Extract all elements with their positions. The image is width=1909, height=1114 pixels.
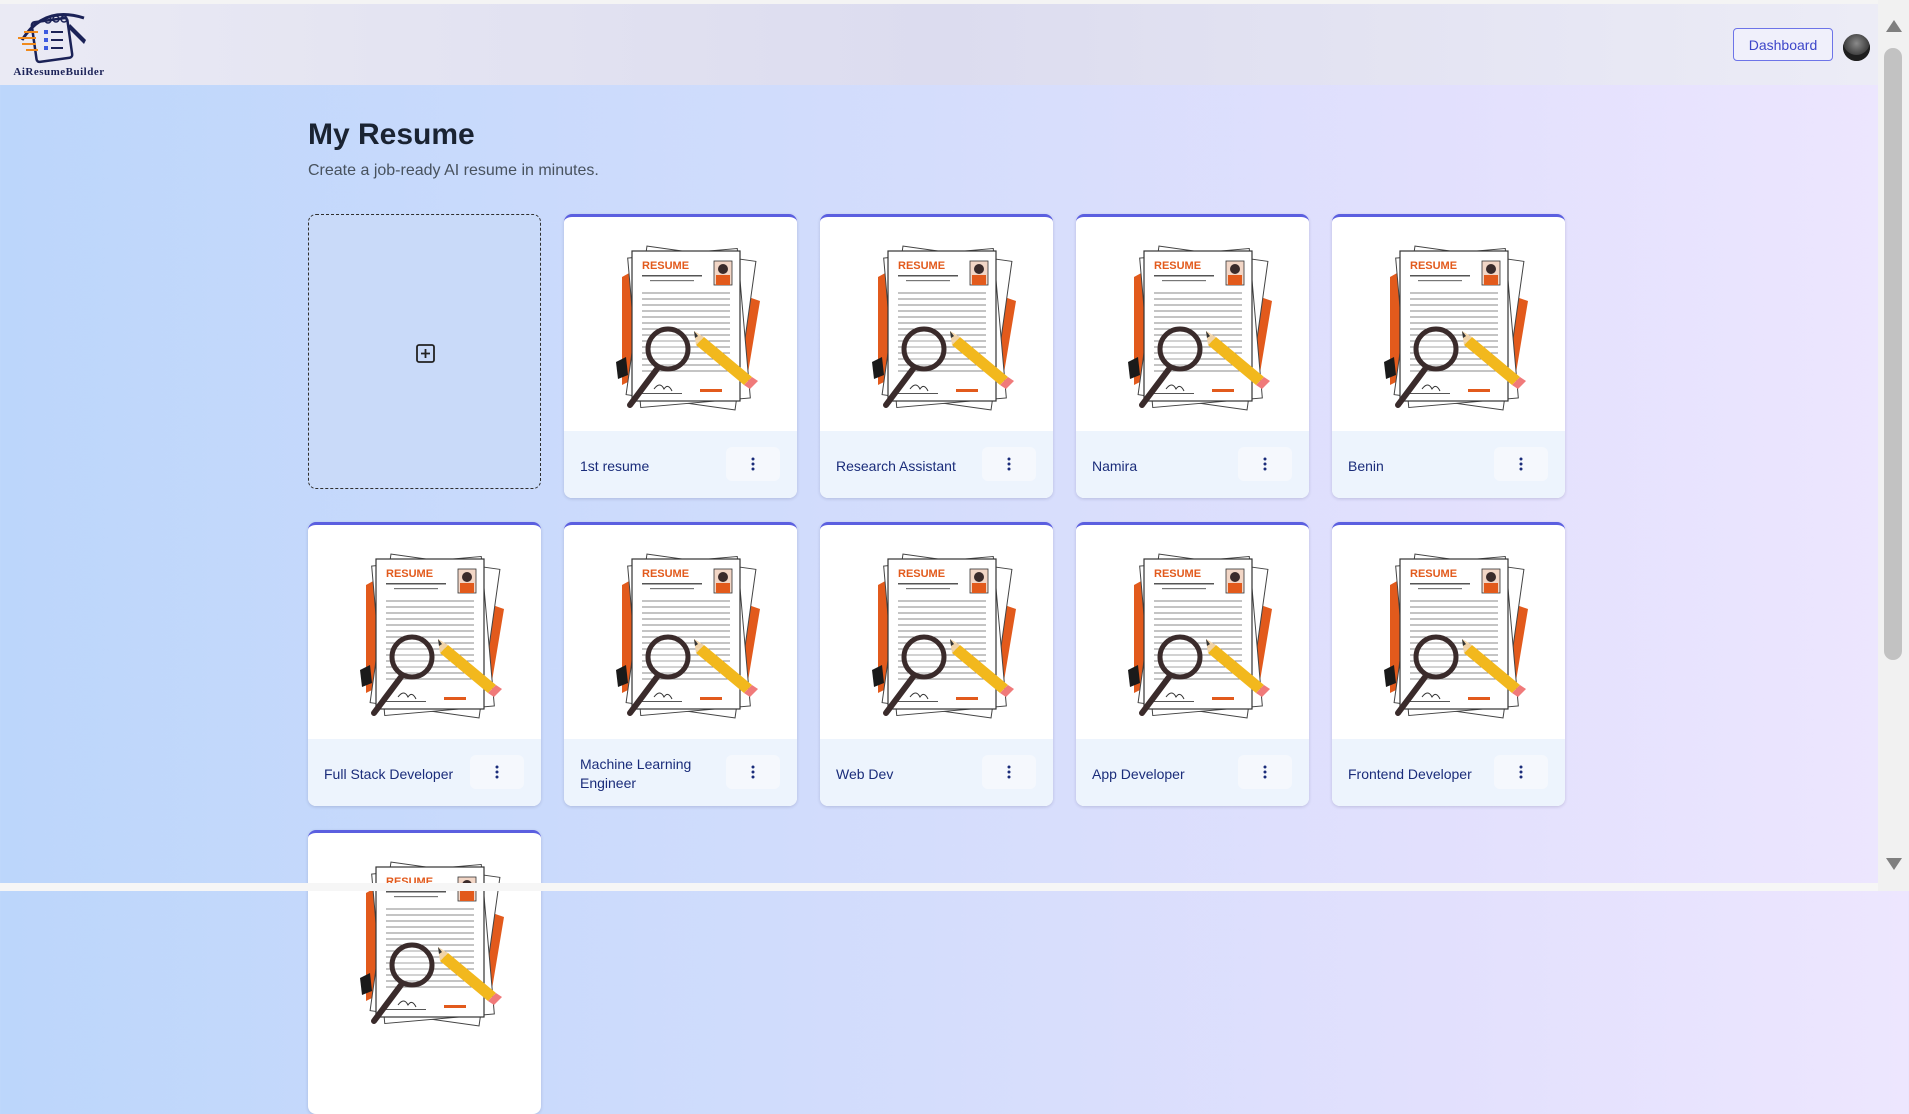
more-options-button[interactable] [1494,755,1548,789]
resume-thumbnail: RESUME [308,833,541,1047]
brand-name: AiResumeBuilder [13,66,105,78]
page-title: My Resume [308,118,475,151]
vertical-scrollbar[interactable] [1878,0,1909,891]
card-footer: Frontend Developer [1332,739,1565,806]
svg-text:RESUME: RESUME [1154,260,1201,272]
resume-title: Machine Learning Engineer [580,756,692,791]
card-footer: Web Dev [820,739,1053,806]
kebab-menu-icon [1007,457,1011,471]
kebab-menu-icon [1263,457,1267,471]
plus-square-icon [416,344,435,363]
resume-thumbnail: RESUME [1332,217,1565,431]
resume-title: Benin [1348,457,1384,474]
card-footer: Research Assistant [820,431,1053,498]
more-options-button[interactable] [982,447,1036,481]
scroll-down-arrow-icon[interactable] [1886,858,1902,870]
more-options-button[interactable] [726,755,780,789]
resume-illustration: RESUME [616,553,760,719]
resume-thumbnail: RESUME [820,525,1053,739]
scroll-up-arrow-icon[interactable] [1886,20,1902,32]
resume-thumbnail: RESUME [564,217,797,431]
kebab-menu-icon [495,765,499,779]
resume-thumbnail: RESUME [1076,525,1309,739]
more-options-button[interactable] [470,755,524,789]
svg-text:RESUME: RESUME [642,568,689,580]
resume-title: App Developer [1092,765,1185,782]
add-resume-card[interactable] [308,214,541,489]
card-footer: Benin [1332,431,1565,498]
resume-title: Web Dev [836,765,894,782]
resume-thumbnail: RESUME [1332,525,1565,739]
kebab-menu-icon [1007,765,1011,779]
scrollbar-thumb[interactable] [1884,48,1902,660]
svg-text:RESUME: RESUME [1410,260,1457,272]
resume-illustration: RESUME [872,553,1016,719]
window-bottom-edge [0,883,1878,891]
card-footer: Full Stack Developer [308,739,541,806]
dashboard-button[interactable]: Dashboard [1733,28,1833,61]
more-options-button[interactable] [982,755,1036,789]
resume-illustration: RESUME [1128,553,1272,719]
resume-illustration: RESUME [616,245,760,411]
resume-illustration: RESUME [360,861,504,1027]
more-options-button[interactable] [1238,755,1292,789]
resume-card[interactable]: RESUME App Developer [1076,522,1309,806]
resume-illustration: RESUME [1384,245,1528,411]
resume-title: 1st resume [580,457,650,474]
resume-title: Namira [1092,457,1138,474]
resume-card[interactable]: RESUME [308,830,541,1114]
resume-title: Frontend Developer [1348,765,1472,782]
more-options-button[interactable] [726,447,780,481]
resume-card[interactable]: RESUME 1st resume [564,214,797,498]
top-bar: AiResumeBuilder Dashboard [0,0,1878,85]
page-subtitle: Create a job-ready AI resume in minutes. [308,162,599,179]
card-footer: 1st resume [564,431,797,498]
resume-illustration: RESUME [360,553,504,719]
resume-thumbnail: RESUME [308,525,541,739]
resume-card[interactable]: RESUME Benin [1332,214,1565,498]
svg-text:RESUME: RESUME [898,568,945,580]
card-footer: Machine Learning Engineer [564,739,797,806]
resume-card[interactable]: RESUME Machine Learning Engineer [564,522,797,806]
resume-card[interactable]: RESUME Namira [1076,214,1309,498]
resume-card[interactable]: RESUME Web Dev [820,522,1053,806]
user-avatar[interactable] [1843,34,1870,61]
resume-illustration: RESUME [1128,245,1272,411]
resume-illustration: RESUME [872,245,1016,411]
svg-text:RESUME: RESUME [386,568,433,580]
resume-thumbnail: RESUME [820,217,1053,431]
resume-card[interactable]: RESUME Research Assistant [820,214,1053,498]
more-options-button[interactable] [1494,447,1548,481]
kebab-menu-icon [751,765,755,779]
svg-text:RESUME: RESUME [1154,568,1201,580]
kebab-menu-icon [1519,765,1523,779]
resume-thumbnail: RESUME [564,525,797,739]
more-options-button[interactable] [1238,447,1292,481]
resume-title: Full Stack Developer [324,765,454,782]
card-footer: Namira [1076,431,1309,498]
resume-card[interactable]: RESUME Full Stack Developer [308,522,541,806]
kebab-menu-icon [1263,765,1267,779]
card-footer: App Developer [1076,739,1309,806]
resume-card[interactable]: RESUME Frontend Developer [1332,522,1565,806]
resume-illustration: RESUME [1384,553,1528,719]
kebab-menu-icon [751,457,755,471]
resume-title: Research Assistant [836,457,956,474]
resume-thumbnail: RESUME [1076,217,1309,431]
kebab-menu-icon [1519,457,1523,471]
resume-logo-icon [18,13,86,64]
app-logo[interactable]: AiResumeBuilder [4,10,108,82]
svg-text:RESUME: RESUME [642,260,689,272]
svg-text:RESUME: RESUME [898,260,945,272]
svg-text:RESUME: RESUME [1410,568,1457,580]
